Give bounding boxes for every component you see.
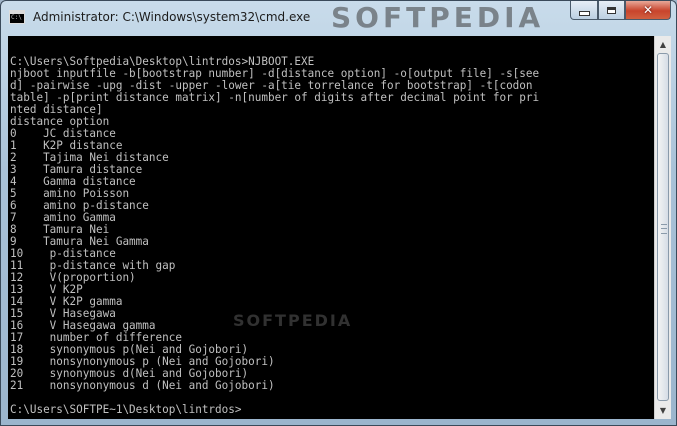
minimize-icon [578, 10, 590, 16]
console-line: C:\Users\SOFTPE~1\Desktop\lintrdos> [10, 402, 242, 416]
scroll-up-icon: ▲ [659, 40, 667, 49]
window-title: Administrator: C:\Windows\system32\cmd.e… [33, 10, 311, 24]
console-lines: C:\Users\Softpedia\Desktop\lintrdos>NJBO… [10, 43, 573, 415]
close-icon: ✕ [642, 3, 654, 17]
scroll-up-button[interactable]: ▲ [655, 36, 671, 53]
scroll-down-icon: ▼ [659, 406, 667, 415]
vertical-scrollbar[interactable]: ▲ ▼ [654, 36, 671, 419]
title-bar[interactable]: Administrator: C:\Windows\system32\cmd.e… [1, 1, 676, 35]
grip-icon [661, 224, 667, 234]
maximize-button[interactable] [598, 1, 625, 20]
softpedia-watermark: SOFTPEDIA [331, 1, 545, 34]
close-button[interactable]: ✕ [625, 1, 671, 20]
console-output[interactable]: C:\Users\Softpedia\Desktop\lintrdos>NJBO… [8, 36, 654, 419]
cmd-app-icon[interactable] [9, 10, 25, 24]
scroll-down-button[interactable]: ▼ [655, 402, 671, 419]
console-line: 21 nonsynonymous d (Nei and Gojobori) [10, 378, 275, 392]
cmd-window: Administrator: C:\Windows\system32\cmd.e… [0, 0, 677, 426]
console-line: 12 V(proportion) [10, 270, 136, 284]
softpedia-watermark-center: SOFTPEDIA [233, 311, 353, 330]
maximize-icon [607, 6, 616, 14]
minimize-button[interactable] [570, 1, 598, 20]
scroll-thumb[interactable] [657, 53, 669, 401]
